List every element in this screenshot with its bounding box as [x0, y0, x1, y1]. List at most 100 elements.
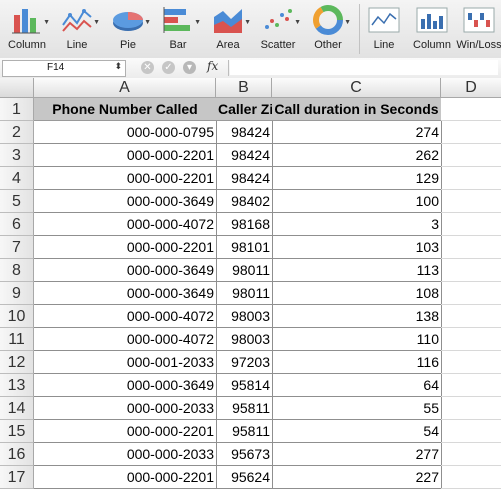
- cell-call-duration[interactable]: 64: [272, 374, 442, 397]
- cell-phone-number[interactable]: 000-000-2033: [34, 397, 217, 420]
- row-header[interactable]: 4: [0, 167, 34, 190]
- cell-call-duration[interactable]: 110: [272, 328, 442, 351]
- empty-cell[interactable]: [441, 167, 501, 190]
- cell-caller-zip[interactable]: 95673: [216, 443, 273, 466]
- cell-caller-zip[interactable]: 95814: [216, 374, 273, 397]
- cell-phone-number[interactable]: 000-000-2201: [34, 420, 217, 443]
- empty-cell[interactable]: [441, 351, 501, 374]
- cell-caller-zip[interactable]: 98011: [216, 259, 273, 282]
- cell-call-duration[interactable]: 103: [272, 236, 442, 259]
- fx-label[interactable]: fx: [207, 59, 218, 73]
- header-cell-caller-zip[interactable]: Caller Zip: [216, 98, 273, 121]
- cell-call-duration[interactable]: 227: [272, 466, 442, 489]
- row-header[interactable]: 17: [0, 466, 34, 489]
- empty-cell[interactable]: [441, 328, 501, 351]
- row-header[interactable]: 10: [0, 305, 34, 328]
- empty-cell[interactable]: [441, 190, 501, 213]
- cell-caller-zip[interactable]: 95811: [216, 397, 273, 420]
- cell-call-duration[interactable]: 129: [272, 167, 442, 190]
- cell-call-duration[interactable]: 274: [272, 121, 442, 144]
- row-header[interactable]: 13: [0, 374, 34, 397]
- empty-cell[interactable]: [441, 374, 501, 397]
- cell-call-duration[interactable]: 3: [272, 213, 442, 236]
- scatter-chart-button[interactable]: ▼ Scatter: [258, 0, 301, 58]
- empty-cell[interactable]: [441, 466, 501, 489]
- cell-phone-number[interactable]: 000-000-2201: [34, 466, 217, 489]
- sparkline-line-button[interactable]: Line: [364, 0, 404, 58]
- cell-call-duration[interactable]: 116: [272, 351, 442, 374]
- empty-cell[interactable]: [441, 443, 501, 466]
- cell-call-duration[interactable]: 262: [272, 144, 442, 167]
- empty-cell[interactable]: [441, 305, 501, 328]
- row-header[interactable]: 3: [0, 144, 34, 167]
- row-header[interactable]: 9: [0, 282, 34, 305]
- cell-phone-number[interactable]: 000-000-0795: [34, 121, 217, 144]
- cell-call-duration[interactable]: 277: [272, 443, 442, 466]
- row-header[interactable]: 1: [0, 98, 34, 121]
- empty-cell[interactable]: [441, 282, 501, 305]
- empty-cell[interactable]: [441, 213, 501, 236]
- sparkline-winloss-button[interactable]: Win/Loss: [456, 0, 501, 58]
- line-chart-button[interactable]: ▼ Line: [57, 0, 100, 58]
- header-cell-call-duration[interactable]: Call duration in Seconds: [272, 98, 442, 121]
- cell-caller-zip[interactable]: 98424: [216, 144, 273, 167]
- column-header-d[interactable]: D: [441, 78, 501, 98]
- cell-call-duration[interactable]: 113: [272, 259, 442, 282]
- row-header[interactable]: 15: [0, 420, 34, 443]
- cell-phone-number[interactable]: 000-000-3649: [34, 190, 217, 213]
- row-header[interactable]: 5: [0, 190, 34, 213]
- cell-phone-number[interactable]: 000-000-3649: [34, 259, 217, 282]
- empty-cell[interactable]: [441, 420, 501, 443]
- cell-phone-number[interactable]: 000-000-4072: [34, 328, 217, 351]
- empty-cell[interactable]: [441, 259, 501, 282]
- cell-phone-number[interactable]: 000-000-2201: [34, 144, 217, 167]
- confirm-icon[interactable]: ✓: [162, 61, 175, 74]
- select-all-corner[interactable]: [0, 78, 34, 98]
- cell-call-duration[interactable]: 138: [272, 305, 442, 328]
- row-header[interactable]: 12: [0, 351, 34, 374]
- row-header[interactable]: 14: [0, 397, 34, 420]
- cell-phone-number[interactable]: 000-000-3649: [34, 374, 217, 397]
- cell-caller-zip[interactable]: 98402: [216, 190, 273, 213]
- cancel-icon[interactable]: ✕: [141, 61, 154, 74]
- column-chart-button[interactable]: ▼ Column: [5, 0, 50, 58]
- cell-caller-zip[interactable]: 97203: [216, 351, 273, 374]
- cell-call-duration[interactable]: 100: [272, 190, 442, 213]
- cell-caller-zip[interactable]: 98424: [216, 121, 273, 144]
- cell-call-duration[interactable]: 108: [272, 282, 442, 305]
- empty-cell[interactable]: [441, 236, 501, 259]
- bar-chart-button[interactable]: ▼ Bar: [158, 0, 201, 58]
- empty-cell[interactable]: [441, 121, 501, 144]
- cell-phone-number[interactable]: 000-000-2033: [34, 443, 217, 466]
- empty-cell[interactable]: [441, 144, 501, 167]
- row-header[interactable]: 7: [0, 236, 34, 259]
- function-menu-icon[interactable]: ▾: [183, 61, 196, 74]
- pie-chart-button[interactable]: ▼ Pie: [108, 0, 151, 58]
- cell-phone-number[interactable]: 000-000-3649: [34, 282, 217, 305]
- row-header[interactable]: 2: [0, 121, 34, 144]
- name-box[interactable]: F14 ⬍: [2, 60, 126, 77]
- row-header[interactable]: 6: [0, 213, 34, 236]
- cell-call-duration[interactable]: 54: [272, 420, 442, 443]
- cell-phone-number[interactable]: 000-001-2033: [34, 351, 217, 374]
- row-header[interactable]: 8: [0, 259, 34, 282]
- cell-caller-zip[interactable]: 98424: [216, 167, 273, 190]
- cell-caller-zip[interactable]: 98101: [216, 236, 273, 259]
- cell-caller-zip[interactable]: 98168: [216, 213, 273, 236]
- stepper-arrows-icon[interactable]: ⬍: [114, 61, 122, 72]
- empty-cell[interactable]: [441, 397, 501, 420]
- cell-call-duration[interactable]: 55: [272, 397, 442, 420]
- cell-caller-zip[interactable]: 98011: [216, 282, 273, 305]
- cell-caller-zip[interactable]: 98003: [216, 328, 273, 351]
- cell-phone-number[interactable]: 000-000-2201: [34, 236, 217, 259]
- area-chart-button[interactable]: ▼ Area: [208, 0, 251, 58]
- other-chart-button[interactable]: ▼ Other: [308, 0, 351, 58]
- formula-input[interactable]: [230, 60, 498, 75]
- cell-phone-number[interactable]: 000-000-2201: [34, 167, 217, 190]
- row-header[interactable]: 16: [0, 443, 34, 466]
- empty-cell[interactable]: [441, 98, 501, 121]
- row-header[interactable]: 11: [0, 328, 34, 351]
- cell-caller-zip[interactable]: 98003: [216, 305, 273, 328]
- cell-caller-zip[interactable]: 95624: [216, 466, 273, 489]
- cell-phone-number[interactable]: 000-000-4072: [34, 213, 217, 236]
